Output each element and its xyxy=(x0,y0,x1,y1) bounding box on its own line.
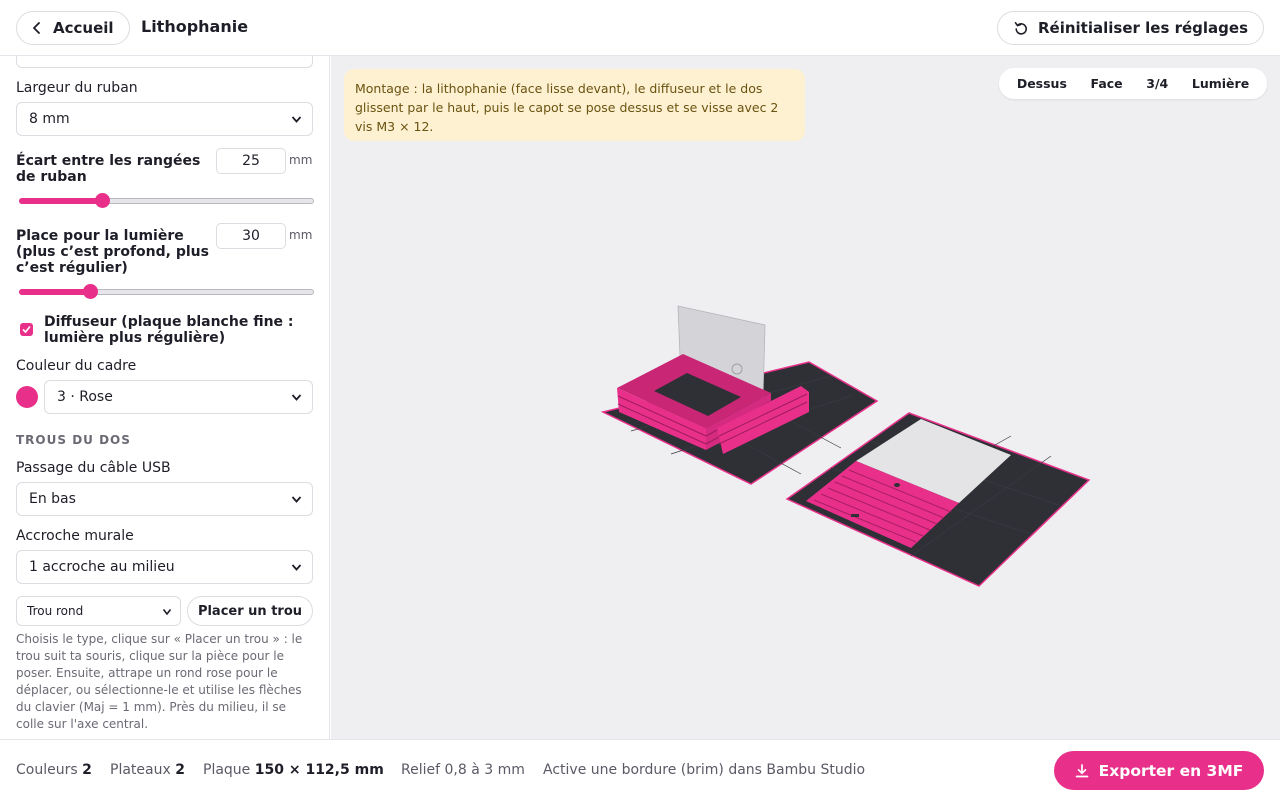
view-three-quarter[interactable]: 3/4 xyxy=(1146,76,1168,91)
place-hole-button[interactable]: Placer un trou xyxy=(187,596,313,626)
back-holes-heading: TROUS DU DOS xyxy=(16,433,131,447)
plate-size-label: Plaque xyxy=(203,762,251,778)
export-3mf-button[interactable]: Exporter en 3MF xyxy=(1054,751,1264,790)
scrolled-select[interactable] xyxy=(16,56,313,68)
diffuser-checkbox[interactable] xyxy=(20,323,33,336)
frame-color-value: 3 · Rose xyxy=(57,389,113,405)
row-gap-slider[interactable] xyxy=(19,193,314,209)
slider-thumb[interactable] xyxy=(94,193,110,208)
view-front[interactable]: Face xyxy=(1091,76,1123,91)
chevron-down-icon xyxy=(291,116,302,123)
light-space-input[interactable]: 30 xyxy=(216,223,286,249)
row-gap-unit: mm xyxy=(289,153,313,167)
relief-stat: Relief 0,8 à 3 mm xyxy=(401,762,525,778)
frame-color-label: Couleur du cadre xyxy=(16,358,137,374)
back-plate xyxy=(785,412,1091,587)
plates-stat-value: 2 xyxy=(175,762,185,778)
check-icon xyxy=(22,325,31,334)
page-title: Lithophanie xyxy=(141,17,249,36)
view-top[interactable]: Dessus xyxy=(1017,76,1067,91)
plates-stat-label: Plateaux xyxy=(110,762,171,778)
3d-scene[interactable] xyxy=(331,56,1280,739)
usb-select[interactable]: En bas xyxy=(16,482,313,516)
chevron-down-icon xyxy=(291,394,302,401)
view-light[interactable]: Lumière xyxy=(1192,76,1249,91)
export-label: Exporter en 3MF xyxy=(1098,761,1244,780)
chevron-left-icon xyxy=(33,22,40,34)
reset-icon xyxy=(1014,22,1027,35)
light-space-slider[interactable] xyxy=(19,284,314,300)
plates-stat: Plateaux 2 xyxy=(110,762,185,778)
download-icon xyxy=(1075,763,1089,777)
slider-thumb[interactable] xyxy=(82,284,98,299)
3d-viewport[interactable]: Montage : la lithophanie (face lisse dev… xyxy=(331,56,1280,739)
wall-hook-select[interactable]: 1 accroche au milieu xyxy=(16,550,313,584)
back-button[interactable]: Accueil xyxy=(16,11,130,45)
footer-bar: Couleurs 2 Plateaux 2 Plaque 150 × 112,5… xyxy=(0,739,1280,800)
view-switcher: Dessus Face 3/4 Lumière xyxy=(999,68,1267,99)
colors-stat: Couleurs 2 xyxy=(16,762,92,778)
frame-color-select[interactable]: 3 · Rose xyxy=(44,380,313,414)
plate-size-value: 150 × 112,5 mm xyxy=(254,762,384,778)
chevron-down-icon xyxy=(162,609,172,616)
row-gap-label: Écart entre les rangées de ruban xyxy=(16,153,201,185)
hole-type-value: Trou rond xyxy=(27,604,84,618)
chevron-down-icon xyxy=(291,496,302,503)
top-bar: Accueil Lithophanie Réinitialiser les ré… xyxy=(0,0,1280,56)
chevron-down-icon xyxy=(291,564,302,571)
diffuser-label: Diffuseur (plaque blanche fine : lumière… xyxy=(44,314,294,346)
light-space-label: Place pour la lumière (plus c’est profon… xyxy=(16,228,209,276)
usb-value: En bas xyxy=(29,491,76,507)
wall-hook-value: 1 accroche au milieu xyxy=(29,559,175,575)
wall-hook-label: Accroche murale xyxy=(16,528,134,544)
settings-sidebar: Largeur du ruban 8 mm Écart entre les ra… xyxy=(0,56,330,739)
back-label: Accueil xyxy=(53,19,114,37)
plate-size-stat: Plaque 150 × 112,5 mm xyxy=(203,762,384,778)
light-space-unit: mm xyxy=(289,228,313,242)
assembly-notice: Montage : la lithophanie (face lisse dev… xyxy=(344,69,805,141)
ribbon-width-label: Largeur du ruban xyxy=(16,80,138,96)
hole-help-text: Choisis le type, clique sur « Placer un … xyxy=(16,632,303,731)
reset-button[interactable]: Réinitialiser les réglages xyxy=(997,11,1264,45)
row-gap-input[interactable]: 25 xyxy=(216,148,286,174)
reset-label: Réinitialiser les réglages xyxy=(1038,19,1248,37)
brim-hint: Active une bordure (brim) dans Bambu Stu… xyxy=(543,762,866,778)
ribbon-width-value: 8 mm xyxy=(29,111,70,127)
ribbon-width-select[interactable]: 8 mm xyxy=(16,102,313,136)
frame-color-swatch xyxy=(16,386,38,408)
colors-stat-label: Couleurs xyxy=(16,762,78,778)
usb-label: Passage du câble USB xyxy=(16,460,171,476)
colors-stat-value: 2 xyxy=(82,762,92,778)
hole-type-select[interactable]: Trou rond xyxy=(16,596,181,626)
